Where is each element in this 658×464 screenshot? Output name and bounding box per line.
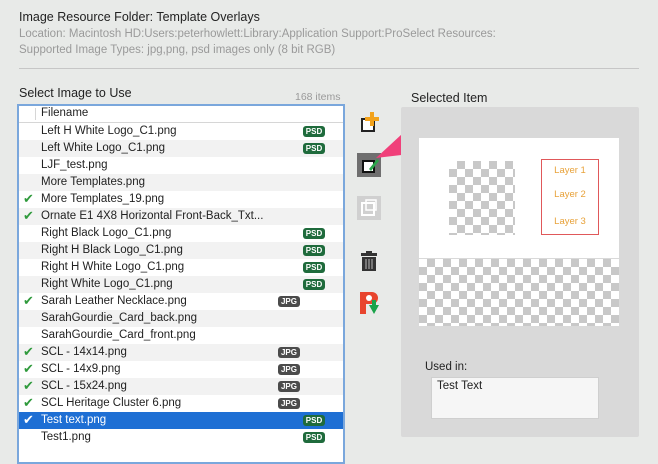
list-item[interactable]: Left H White Logo_C1.png PSD [19,123,343,140]
list-item[interactable]: Right H Black Logo_C1.png PSD [19,242,343,259]
checkmark-icon: ✔ [23,344,34,359]
checkmark-icon: ✔ [23,395,34,410]
filename: Right H White Logo_C1.png [41,261,185,273]
delete-button[interactable] [357,250,381,274]
layer-label: Layer 2 [554,189,586,200]
list-item[interactable]: ✔ SCL - 15x24.png JPG [19,378,343,395]
checkmark-icon: ✔ [23,208,34,223]
jpg-badge: JPG [278,398,300,409]
list-item[interactable]: ✔ More Templates_19.png [19,191,343,208]
filename: SCL - 14x14.png [41,346,127,358]
item-count: 168 items [295,91,341,103]
list-item[interactable]: SarahGourdie_Card_back.png [19,310,343,327]
filename: Left H White Logo_C1.png [41,125,177,137]
select-image-label: Select Image to Use [19,86,132,100]
filename: SarahGourdie_Card_back.png [41,312,197,324]
filename: Right White Logo_C1.png [41,278,173,290]
transparent-preview [449,161,515,235]
jpg-badge: JPG [278,347,300,358]
layers-preview: Layer 1 Layer 2 Layer 3 [541,159,599,235]
jpg-badge: JPG [278,381,300,392]
used-in-box: Test Text [431,377,599,419]
filename: Test1.png [41,431,91,443]
list-item[interactable]: ✔ Test text.png PSD [19,412,343,429]
filename: Sarah Leather Necklace.png [41,295,187,307]
filename: Ornate E1 4X8 Horizontal Front-Back_Txt.… [41,210,264,222]
list-item[interactable]: LJF_test.png [19,157,343,174]
export-icon [360,292,379,314]
psd-badge: PSD [303,126,325,137]
used-in-value: Test Text [437,380,483,392]
filename: More Templates.png [41,176,145,188]
jpg-badge: JPG [278,364,300,375]
duplicate-image-icon [361,199,377,216]
layer-label: Layer 1 [554,165,586,176]
filename-column-header[interactable]: Filename [41,107,88,119]
filename: LJF_test.png [41,159,108,171]
list-item[interactable]: SarahGourdie_Card_front.png [19,327,343,344]
psd-badge: PSD [303,228,325,239]
list-item[interactable]: Right H White Logo_C1.png PSD [19,259,343,276]
filename: Test text.png [41,414,107,426]
folder-title: Image Resource Folder: Template Overlays [19,10,260,24]
filename: SarahGourdie_Card_front.png [41,329,196,341]
list-item[interactable]: ✔ SCL Heritage Cluster 6.png JPG [19,395,343,412]
list-item[interactable]: Test1.png PSD [19,429,343,446]
folder-location: Location: Macintosh HD:Users:peterhowlet… [19,28,496,40]
list-rows: Left H White Logo_C1.png PSD Left White Lo… [19,123,343,446]
list-item[interactable]: ✔ Sarah Leather Necklace.png JPG [19,293,343,310]
psd-badge: PSD [303,245,325,256]
checkmark-icon: ✔ [23,191,34,206]
psd-badge: PSD [303,432,325,443]
psd-badge: PSD [303,279,325,290]
export-button[interactable] [357,290,381,314]
layer-label: Layer 3 [554,216,586,227]
checkmark-icon: ✔ [23,293,34,308]
list-item[interactable]: ✔ SCL - 14x14.png JPG [19,344,343,361]
duplicate-image-button[interactable] [357,196,381,220]
jpg-badge: JPG [278,296,300,307]
psd-badge: PSD [303,143,325,154]
filename: SCL - 15x24.png [41,380,127,392]
list-item[interactable]: Left White Logo_C1.png PSD [19,140,343,157]
selected-item-label: Selected Item [411,91,488,105]
filename: Left White Logo_C1.png [41,142,166,154]
list-item[interactable]: ✔ SCL - 14x9.png JPG [19,361,343,378]
filename: Right Black Logo_C1.png [41,227,172,239]
list-header: Filename [19,106,343,123]
list-item[interactable]: Right Black Logo_C1.png PSD [19,225,343,242]
psd-badge: PSD [303,262,325,273]
filename: Right H Black Logo_C1.png [41,244,183,256]
used-in-label: Used in: [425,361,468,373]
list-item[interactable]: More Templates.png [19,174,343,191]
supported-types: Supported Image Types: jpg,png, psd imag… [19,44,336,56]
checkmark-icon: ✔ [23,412,34,427]
filename: SCL Heritage Cluster 6.png [41,397,182,409]
filename: SCL - 14x9.png [41,363,121,375]
checkmark-icon: ✔ [23,378,34,393]
image-file-list[interactable]: Filename Left H White Logo_C1.png PSD Left… [17,104,345,464]
column-separator [35,108,36,120]
checkmark-icon: ✔ [23,361,34,376]
list-item[interactable]: Right White Logo_C1.png PSD [19,276,343,293]
list-item[interactable]: ✔ Ornate E1 4X8 Horizontal Front-Back_Txt… [19,208,343,225]
header-divider [19,68,639,69]
psd-badge: PSD [303,415,325,426]
trash-icon [361,251,377,271]
transparent-strip [419,259,619,326]
filename: More Templates_19.png [41,193,165,205]
